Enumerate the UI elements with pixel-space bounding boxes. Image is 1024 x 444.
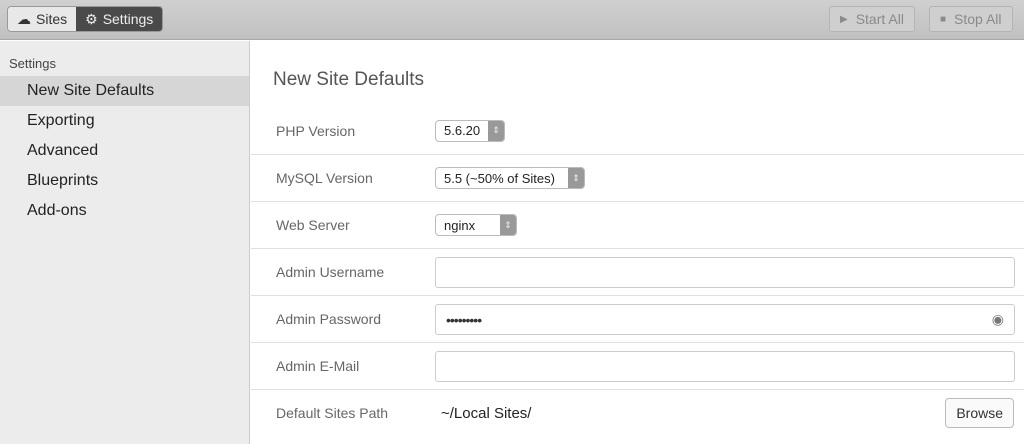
sidebar-item-exporting[interactable]: Exporting (0, 106, 249, 136)
cloud-icon: ☁ (17, 10, 31, 27)
default-path-value: ~/Local Sites/ (441, 404, 532, 422)
stop-icon: ■ (940, 13, 947, 25)
admin-username-label: Admin Username (276, 264, 385, 280)
settings-tab[interactable]: ⚙ Settings (76, 7, 163, 31)
admin-password-label: Admin Password (276, 311, 382, 327)
toolbar: ☁ Sites ⚙ Settings ▶ Start All ■ Stop All (0, 0, 1024, 40)
eye-icon[interactable]: ◉ (992, 311, 1004, 328)
view-switcher: ☁ Sites ⚙ Settings (7, 6, 164, 32)
sidebar-heading: Settings (9, 56, 56, 71)
browse-button[interactable]: Browse (945, 398, 1014, 428)
default-path-row: Default Sites Path ~/Local Sites/ Browse (251, 389, 1024, 436)
admin-email-row: Admin E-Mail (251, 342, 1024, 389)
php-row: PHP Version 5.6.20 ⇕ (251, 107, 1024, 154)
settings-label: Settings (102, 11, 154, 27)
admin-email-label: Admin E-Mail (276, 358, 360, 374)
php-label: PHP Version (276, 122, 356, 139)
chevron-updown-icon: ⇕ (488, 120, 505, 141)
mysql-value: 5.5 (~50% of Sites) (444, 170, 555, 186)
stop-all-button[interactable]: ■ Stop All (929, 6, 1013, 32)
sites-label: Sites (36, 11, 68, 27)
web-server-row: Web Server nginx ⇕ (251, 201, 1024, 248)
gear-icon: ⚙ (85, 10, 98, 27)
admin-password-value: ••••••••• (446, 311, 482, 328)
settings-panel: New Site Defaults PHP Version 5.6.20 ⇕ My… (251, 41, 1024, 436)
sidebar-item-new-site-defaults[interactable]: New Site Defaults (0, 76, 249, 106)
default-path-label: Default Sites Path (276, 405, 389, 421)
mysql-version-select[interactable]: 5.5 (~50% of Sites) ⇕ (435, 167, 585, 189)
sidebar-item-advanced[interactable]: Advanced (0, 136, 249, 166)
start-all-label: Start All (855, 11, 904, 27)
admin-password-row: Admin Password ••••••••• ◉ (251, 295, 1024, 342)
web-server-select[interactable]: nginx ⇕ (435, 214, 517, 236)
play-icon: ▶ (840, 13, 848, 25)
chevron-updown-icon: ⇕ (568, 168, 584, 188)
sites-tab[interactable]: ☁ Sites (8, 7, 77, 31)
sidebar-item-blueprints[interactable]: Blueprints (0, 166, 249, 196)
mysql-label: MySQL Version (276, 170, 373, 186)
sidebar: Settings New Site Defaults Exporting Adv… (0, 41, 250, 444)
mysql-row: MySQL Version 5.5 (~50% of Sites) ⇕ (251, 154, 1024, 201)
admin-password-input[interactable]: ••••••••• ◉ (435, 303, 1015, 335)
admin-email-input[interactable] (435, 350, 1015, 382)
sidebar-item-add-ons[interactable]: Add-ons (0, 196, 249, 226)
web-server-value: nginx (444, 217, 476, 233)
chevron-updown-icon: ⇕ (500, 215, 516, 235)
page-title: New Site Defaults (273, 69, 425, 90)
start-all-button[interactable]: ▶ Start All (829, 6, 915, 32)
admin-username-input[interactable] (435, 256, 1015, 288)
stop-all-label: Stop All (954, 11, 1002, 27)
php-value: 5.6.20 (444, 123, 481, 138)
php-version-select[interactable]: 5.6.20 ⇕ (435, 119, 506, 142)
web-server-label: Web Server (276, 217, 350, 233)
admin-username-row: Admin Username (251, 248, 1024, 295)
